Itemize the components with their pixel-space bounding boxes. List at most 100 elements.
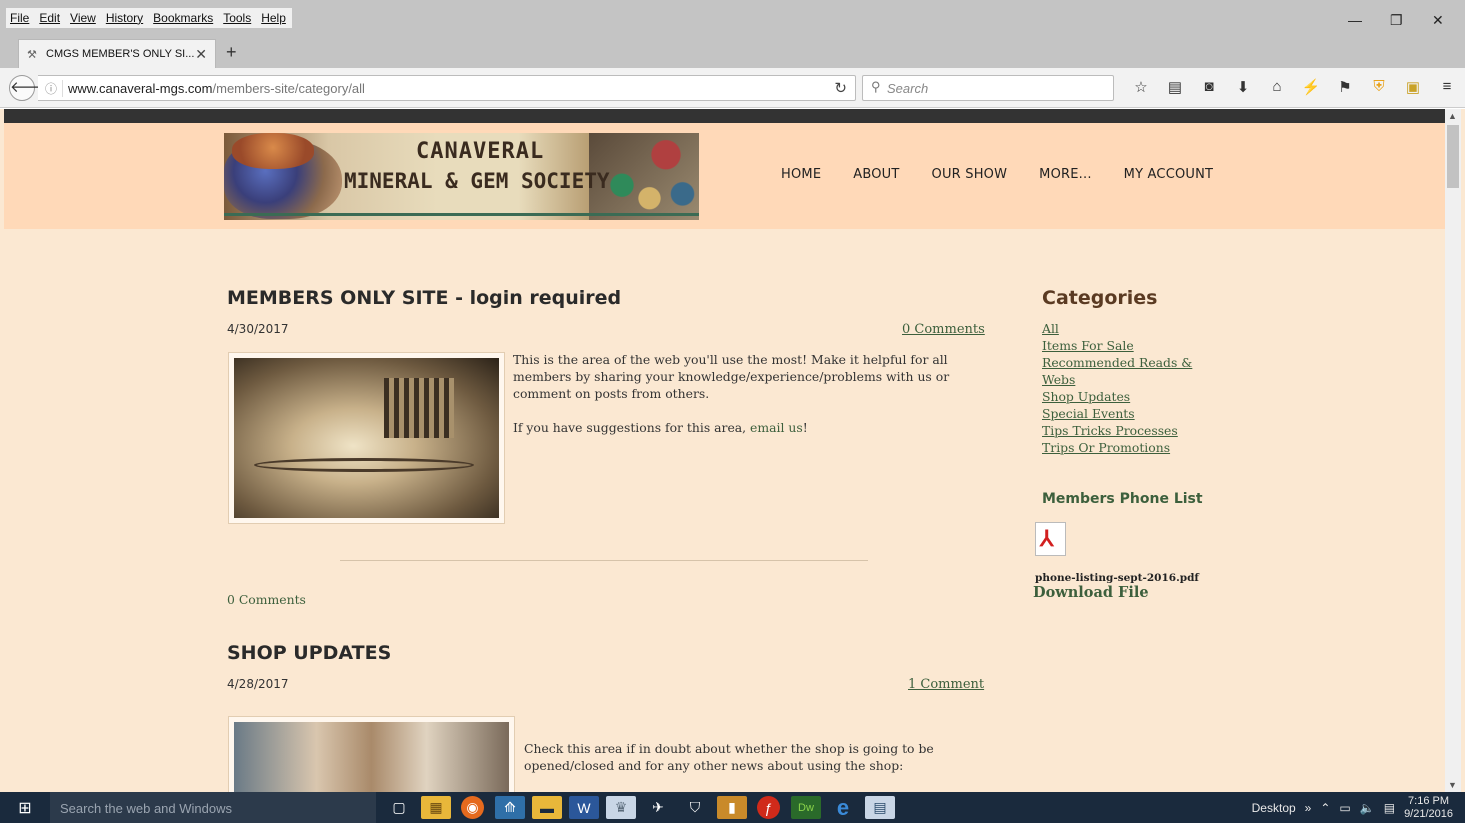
nav-our-show[interactable]: OUR SHOW [932,167,1008,182]
start-button[interactable]: ⊞ [0,792,50,823]
pdf-file-icon[interactable]: ⅄ [1035,522,1066,556]
nav-about[interactable]: ABOUT [853,167,899,182]
photos-icon[interactable]: ♛ [606,796,636,819]
store-icon[interactable]: ⛉ [680,796,710,819]
bottom-comments-link[interactable]: 0 Comments [227,592,306,607]
new-tab-button[interactable]: + [226,42,237,63]
shield-icon[interactable]: ⛨ [1362,78,1396,96]
post-title[interactable]: MEMBERS ONLY SITE - login required [227,287,621,309]
tab-cmgs[interactable]: ⚒ CMGS MEMBER'S ONLY SI... ✕ [18,39,216,68]
flash-icon[interactable]: ƒ [757,796,780,819]
menu-tools[interactable]: Tools [223,11,251,25]
photo-detail-tools [384,378,454,438]
workshop-photo [234,358,499,518]
post-comments-link[interactable]: 0 Comments [902,322,985,337]
menu-edit[interactable]: Edit [39,11,60,25]
restore-button[interactable]: ❐ [1390,12,1403,29]
category-shop-updates[interactable]: Shop Updates [1042,388,1222,405]
post-text: If you have suggestions for this area, [513,420,751,435]
email-us-link[interactable]: email us [750,420,803,435]
post-paragraph-2: If you have suggestions for this area, e… [513,419,983,436]
toolbar-expand-icon[interactable]: » [1305,801,1312,815]
category-all[interactable]: All [1042,320,1222,337]
menu-list: File Edit View History Bookmarks Tools H… [6,8,292,28]
taskbar-search[interactable] [50,792,376,823]
reading-list-icon[interactable]: ▤ [1158,78,1192,96]
nav-my-account[interactable]: MY ACCOUNT [1124,167,1214,182]
firefox-icon[interactable]: ◉ [461,796,484,819]
download-file-link[interactable]: Download File [1033,584,1149,601]
pin-icon[interactable]: ⚑ [1328,78,1362,96]
menu-bookmarks[interactable]: Bookmarks [153,11,213,25]
star-icon[interactable]: ☆ [1124,78,1158,96]
network-icon[interactable]: ▭ [1339,801,1350,815]
category-special-events[interactable]: Special Events [1042,405,1222,422]
desktop-toolbar[interactable]: Desktop [1252,801,1296,815]
edge-icon[interactable]: e [828,795,858,820]
volume-icon[interactable]: 🔈 [1360,801,1375,815]
menu-view[interactable]: View [70,11,96,25]
dreamweaver-icon[interactable]: Dw [791,796,821,819]
url-bar[interactable]: ⓘ www.canaveral-mgs.com/members-site/cat… [38,75,856,101]
nav-home[interactable]: HOME [781,167,821,182]
back-button[interactable]: 🡐 [9,75,50,101]
logo-text-line2: MINERAL & GEM SOCIETY [344,169,610,193]
windows-logo-icon: ⊞ [18,799,32,817]
category-trips-promotions[interactable]: Trips Or Promotions [1042,439,1222,456]
task-view-icon[interactable]: ▢ [384,796,414,819]
download-icon[interactable]: ⬇ [1226,78,1260,96]
post-image[interactable] [228,352,505,524]
post-title-2[interactable]: SHOP UPDATES [227,642,391,664]
image-icon[interactable]: ▣ [1396,78,1430,96]
post-image-2[interactable] [228,716,515,792]
word-icon[interactable]: W [569,796,599,819]
phone-list-heading: Members Phone List [1042,491,1203,507]
search-input[interactable] [887,80,1107,97]
close-tab-icon[interactable]: ✕ [195,46,207,63]
book-app-icon[interactable]: ▮ [717,796,747,819]
site-favicon-icon: ⚒ [27,49,37,61]
categories-heading: Categories [1042,287,1158,309]
menu-file[interactable]: File [10,11,29,25]
minimize-button[interactable]: — [1348,12,1362,28]
scrollbar-thumb[interactable] [1447,125,1459,188]
bird-app-icon[interactable]: ✈ [643,796,673,819]
logo-stripe [224,213,699,216]
reload-icon[interactable]: ↻ [834,79,847,97]
close-window-button[interactable]: ✕ [1432,12,1444,29]
nav-more[interactable]: MORE... [1039,167,1092,182]
menu-history[interactable]: History [106,11,143,25]
taskbar: ⊞ ▢ ▦ ◉ ⟰ ▬ W ♛ ✈ ⛉ ▮ ƒ Dw e ▤ Desktop »… [0,792,1465,823]
site-info-icon[interactable]: ⓘ [45,80,57,97]
category-recommended-reads[interactable]: Recommended Reads & Webs [1042,354,1222,388]
vertical-scrollbar[interactable]: ▲ ▼ [1445,109,1461,792]
pdf-symbol-icon: ⅄ [1040,526,1054,551]
scroll-up-icon[interactable]: ▲ [1448,111,1457,121]
notifications-icon[interactable]: ▤ [1384,801,1395,815]
paint-app-icon[interactable]: ▦ [421,796,451,819]
taskbar-search-input[interactable] [60,799,360,817]
url-path: /members-site/category/all [212,81,365,96]
category-items-for-sale[interactable]: Items For Sale [1042,337,1222,354]
extension-icon[interactable]: ⚡ [1294,78,1328,96]
post-comments-link-2[interactable]: 1 Comment [908,677,984,692]
home-icon[interactable]: ⌂ [1260,78,1294,96]
photo-detail [254,458,474,472]
logo-rock-image-2 [232,133,314,169]
search-box[interactable]: ⚲ [862,75,1114,101]
file-explorer-icon[interactable]: ▬ [532,796,562,819]
hamburger-menu-icon[interactable]: ≡ [1430,78,1464,96]
scroll-down-icon[interactable]: ▼ [1448,780,1457,790]
category-tips-tricks[interactable]: Tips Tricks Processes [1042,422,1222,439]
menu-help[interactable]: Help [261,11,286,25]
network-app-icon[interactable]: ▤ [865,796,895,819]
url-text[interactable]: www.canaveral-mgs.com/members-site/categ… [68,81,365,96]
post-divider [340,560,868,561]
pocket-icon[interactable]: ◙ [1192,78,1226,96]
site-logo[interactable]: CANAVERAL MINERAL & GEM SOCIETY [224,133,699,220]
clock[interactable]: 7:16 PM 9/21/2016 [1404,795,1453,821]
show-hidden-icons[interactable]: ⌃ [1320,801,1330,815]
taskbar-apps: ▢ ▦ ◉ ⟰ ▬ W ♛ ✈ ⛉ ▮ ƒ Dw e ▤ [384,795,902,820]
app-launcher-icon[interactable]: ⟰ [495,796,525,819]
system-tray: Desktop » ⌃ ▭ 🔈 ▤ 7:16 PM 9/21/2016 [1252,792,1465,823]
